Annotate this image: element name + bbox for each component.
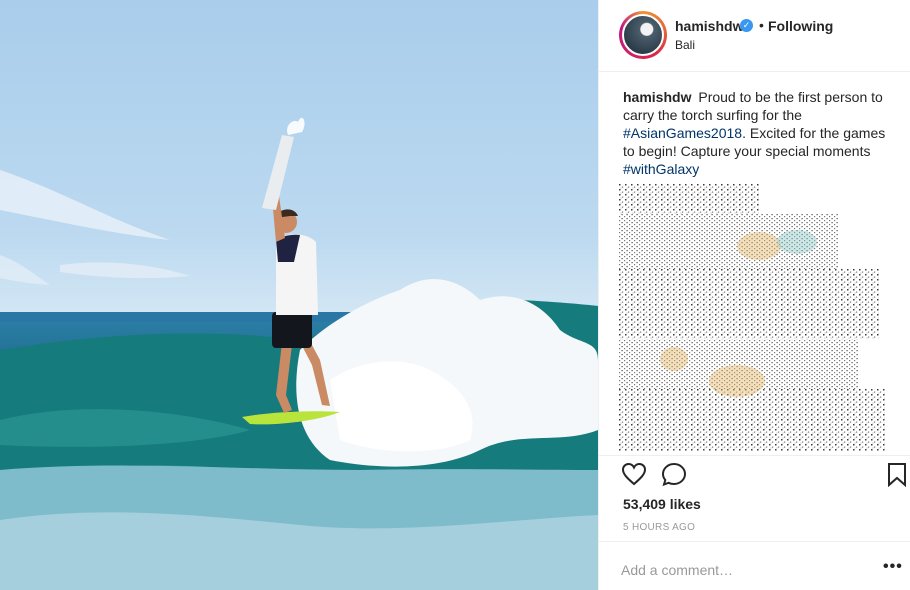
add-comment-input[interactable] [621,562,861,578]
bookmark-icon[interactable] [887,462,907,492]
more-options-icon[interactable]: ••• [883,558,903,576]
comment-box: ••• [599,541,910,590]
post-photo[interactable] [0,0,598,590]
post-timestamp[interactable]: 5 HOURS AGO [623,522,695,533]
verified-badge-icon: ✓ [740,19,753,32]
likes-count[interactable]: 53,409 likes [623,496,701,512]
avatar-image [622,14,664,56]
caption-username[interactable]: hamishdw [623,89,691,105]
separator-dot: • [759,17,764,33]
photo-scene [0,117,598,590]
hashtag-link-withgalaxy[interactable]: #withGalaxy [623,161,699,177]
header-username[interactable]: hamishdw [675,18,743,34]
post-side-panel: hamishdw ✓ • Following Bali hamishdw Pro… [598,0,910,590]
location-link[interactable]: Bali [675,38,695,52]
post-header: hamishdw ✓ • Following Bali [599,0,910,72]
action-bar [599,455,910,495]
post-caption: hamishdw Proud to be the first person to… [623,88,899,178]
heart-icon[interactable] [621,462,647,491]
following-button[interactable]: Following [768,18,833,34]
comment-bubble-icon[interactable] [661,462,687,492]
avatar[interactable] [619,11,667,59]
hashtag-link-asiangames[interactable]: #AsianGames2018 [623,125,742,141]
obscured-comments [619,184,885,451]
